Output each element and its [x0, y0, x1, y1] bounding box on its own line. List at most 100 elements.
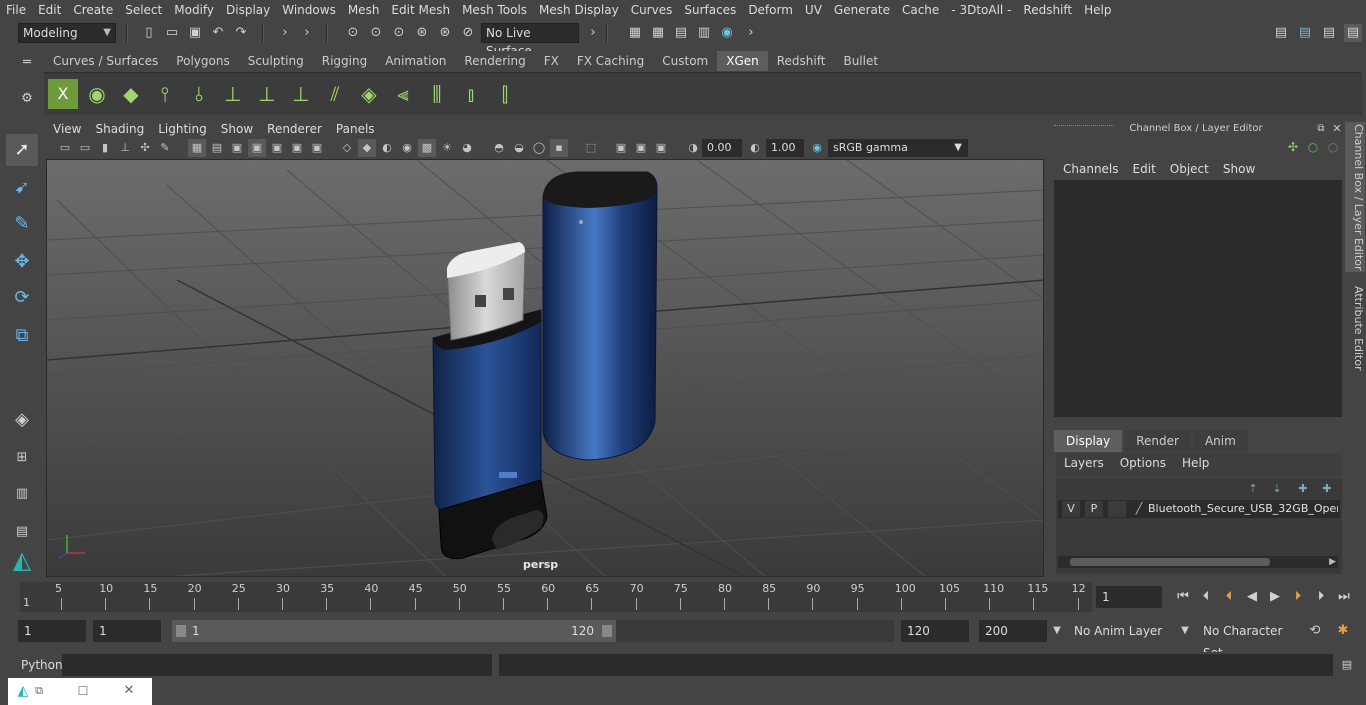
move-layer-down-icon[interactable]: ⇣ — [1268, 480, 1286, 498]
menu-display[interactable]: Display — [220, 0, 276, 20]
anim-layer-dropdown[interactable]: No Anim Layer — [1068, 620, 1172, 642]
grid-guides-icon[interactable]: ◈ — [354, 79, 384, 109]
wireframe-on-shaded-icon[interactable]: ▩ — [418, 139, 436, 157]
character-set-dropdown[interactable]: No Character Set — [1197, 620, 1297, 660]
live-surface-field[interactable]: No Live Surface — [481, 23, 579, 58]
status-dot-icon[interactable]: ○ — [1324, 138, 1342, 156]
resolution-gate-icon[interactable]: ▣ — [228, 139, 246, 157]
textured-icon[interactable]: ◉ — [398, 139, 416, 157]
new-layer-icon[interactable]: ✚ — [1294, 480, 1312, 498]
render-view-icon[interactable]: ▦ — [626, 24, 644, 42]
axis-icon[interactable]: ✣ — [1284, 138, 1302, 156]
screen-space-ao-icon[interactable]: ◓ — [490, 139, 508, 157]
modeling-toolkit-icon[interactable]: ▤ — [1296, 24, 1314, 42]
default-material-icon[interactable]: ◐ — [378, 139, 396, 157]
isolate-select-icon[interactable]: ⬚ — [582, 139, 600, 157]
gear-icon[interactable]: ⚙ — [18, 90, 36, 108]
grid-toggle-icon[interactable]: ▦ — [188, 139, 206, 157]
film-gate-icon[interactable]: ▤ — [208, 139, 226, 157]
render-frame-icon[interactable]: ▦ — [649, 24, 667, 42]
motion-blur-icon[interactable]: ◒ — [510, 139, 528, 157]
layer-playback-toggle[interactable]: P — [1085, 501, 1103, 517]
restore-icon[interactable]: ⧉ — [30, 682, 48, 700]
channel-menu-object[interactable]: Object — [1163, 160, 1216, 178]
ipr-render-icon[interactable]: ▤ — [672, 24, 690, 42]
bookmark-icon[interactable]: ▮ — [96, 139, 114, 157]
select-tool-icon[interactable]: ➚ — [6, 134, 38, 166]
layer-tab-render[interactable]: Render — [1124, 430, 1191, 452]
select-guides-icon[interactable]: ⊥ — [252, 79, 282, 109]
expand-icon[interactable]: › — [742, 24, 760, 42]
add-guides-icon[interactable]: ⫯ — [150, 79, 180, 109]
play-forwards-icon[interactable]: ▶ — [1266, 588, 1284, 606]
new-scene-icon[interactable]: ▯ — [140, 24, 158, 42]
field-chart-icon[interactable]: ▣ — [268, 139, 286, 157]
menu-mesh[interactable]: Mesh — [342, 0, 386, 20]
menu-generate[interactable]: Generate — [828, 0, 896, 20]
time-slider[interactable]: 1 5 10 15 20 25 30 35 40 45 50 55 60 65 70 75 80 85 90 95 1… — [20, 582, 1092, 612]
layer-menu-options[interactable]: Options — [1112, 453, 1174, 477]
xray-components-icon[interactable]: ▣ — [652, 139, 670, 157]
shelf-tab-polygons[interactable]: Polygons — [167, 51, 239, 71]
exposure-field[interactable]: 0.00 — [702, 139, 742, 157]
paint-select-icon[interactable]: ✎ — [6, 208, 38, 240]
snap-point-icon[interactable]: ⊘ — [459, 24, 477, 42]
menu-select[interactable]: Select — [119, 0, 168, 20]
channel-menu-show[interactable]: Show — [1216, 160, 1262, 178]
shelf-tab-rendering[interactable]: Rendering — [455, 51, 535, 71]
tab-channel-box[interactable]: Channel Box / Layer Editor — [1345, 122, 1365, 272]
script-editor-icon[interactable]: ▤ — [1338, 656, 1356, 674]
shelf-tab-sculpting[interactable]: Sculpting — [238, 51, 313, 71]
status-dot-icon[interactable]: ○ — [1304, 138, 1322, 156]
xgen-editor-icon[interactable]: X — [48, 79, 78, 109]
workspace-icon[interactable]: ▤ — [1272, 24, 1290, 42]
image-plane-icon[interactable]: ⊥ — [116, 139, 134, 157]
safe-title-icon[interactable]: ▣ — [308, 139, 326, 157]
save-scene-icon[interactable]: ▣ — [186, 24, 204, 42]
create-description-icon[interactable]: ◆ — [116, 79, 146, 109]
playback-start-field[interactable]: 1 — [93, 620, 161, 642]
attribute-editor-icon[interactable]: ▤ — [1320, 24, 1338, 42]
menu-3dtoall[interactable]: - 3DtoAll - — [945, 0, 1017, 20]
layer-color-icon[interactable]: ╱ — [1130, 501, 1148, 517]
move-tool-icon[interactable]: ✥ — [6, 246, 38, 278]
viewport-menu-view[interactable]: View — [46, 120, 88, 138]
close-icon[interactable]: ✕ — [120, 682, 138, 700]
layer-visibility-toggle[interactable]: V — [1062, 501, 1080, 517]
menu-mesh-tools[interactable]: Mesh Tools — [456, 0, 533, 20]
color-space-dropdown[interactable]: sRGB gamma ▼ — [828, 139, 968, 157]
layout-four-panes-icon[interactable]: ⊞ — [6, 442, 38, 474]
tab-attribute-editor[interactable]: Attribute Editor — [1345, 278, 1365, 378]
viewport-menu-shading[interactable]: Shading — [88, 120, 151, 138]
shelf-tab-curves-surfaces[interactable]: Curves / Surfaces — [44, 51, 168, 71]
shelf-tab-custom[interactable]: Custom — [653, 51, 718, 71]
rotate-tool-icon[interactable]: ⟳ — [6, 282, 38, 314]
layer-menu-help[interactable]: Help — [1174, 453, 1217, 477]
exposure-icon[interactable]: ◑ — [684, 139, 702, 157]
delete-guides-icon[interactable]: ⫿ — [490, 79, 520, 109]
menu-cache[interactable]: Cache — [896, 0, 945, 20]
shelf-menu-icon[interactable]: ═ — [18, 54, 36, 72]
menu-deform[interactable]: Deform — [742, 0, 799, 20]
grease-pencil-icon[interactable]: ✎ — [156, 139, 174, 157]
chevron-down-icon[interactable]: ▼ — [1048, 622, 1066, 640]
menu-create[interactable]: Create — [67, 0, 119, 20]
shelf-tab-animation[interactable]: Animation — [376, 51, 456, 71]
play-backwards-icon[interactable]: ◀ — [1243, 588, 1261, 606]
channel-menu-edit[interactable]: Edit — [1126, 160, 1163, 178]
shelf-tab-bullet[interactable]: Bullet — [834, 51, 888, 71]
go-to-end-icon[interactable]: ⏭ — [1335, 588, 1353, 606]
mode-dropdown[interactable]: Modeling ▼ — [18, 23, 116, 43]
step-forward-key-icon[interactable]: ⏵ — [1289, 588, 1307, 606]
smooth-shade-icon[interactable]: ◆ — [358, 139, 376, 157]
animation-start-field[interactable]: 1 — [18, 620, 86, 642]
menu-windows[interactable]: Windows — [276, 0, 342, 20]
layer-tab-anim[interactable]: Anim — [1192, 430, 1248, 452]
channel-box-area[interactable] — [1054, 180, 1342, 417]
auto-key-icon[interactable]: ⟲ — [1306, 622, 1324, 640]
viewport-menu-panels[interactable]: Panels — [329, 120, 382, 138]
shelf-tab-redshift[interactable]: Redshift — [767, 51, 835, 71]
add-guide-icon[interactable]: ⊥ — [218, 79, 248, 109]
viewport-menu-lighting[interactable]: Lighting — [151, 120, 214, 138]
camera-attrs-icon[interactable]: ▭ — [76, 139, 94, 157]
